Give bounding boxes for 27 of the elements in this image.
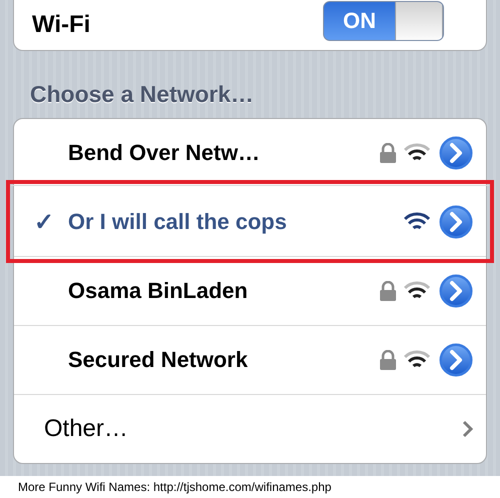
wifi-icon	[404, 350, 430, 370]
checkmark: ✓	[34, 208, 55, 236]
network-row[interactable]: Osama BinLaden	[14, 256, 486, 325]
wifi-icon	[404, 281, 430, 301]
wifi-label: Wi-Fi	[32, 11, 90, 39]
network-row[interactable]: Secured Network	[14, 325, 486, 394]
disclosure-button[interactable]	[438, 273, 474, 309]
network-name: Osama BinLaden	[67, 278, 249, 304]
wifi-icon	[404, 143, 430, 163]
network-name: Secured Network	[67, 347, 249, 373]
network-row[interactable]: Bend Over Netw…	[14, 119, 486, 187]
lock-icon	[380, 281, 396, 301]
other-row[interactable]: Other…	[14, 394, 486, 463]
disclosure-button[interactable]	[438, 204, 474, 240]
section-title: Choose a Network…	[29, 80, 255, 109]
chevron-icon	[462, 420, 474, 438]
caption: More Funny Wifi Names: http://tjshome.com/wifinames.php	[0, 476, 500, 498]
network-name: Bend Over Netw…	[67, 140, 261, 166]
disclosure-button[interactable]	[438, 342, 474, 378]
lock-icon	[380, 143, 396, 163]
other-label: Other…	[43, 415, 130, 443]
wifi-toggle[interactable]: ON	[323, 1, 444, 41]
wifi-icon	[404, 212, 430, 232]
lock-icon	[380, 350, 396, 370]
highlighted-network-row[interactable]: ✓ Or I will call the cops	[11, 185, 489, 258]
network-name: Or I will call the cops	[68, 209, 288, 235]
disclosure-button[interactable]	[438, 135, 474, 171]
